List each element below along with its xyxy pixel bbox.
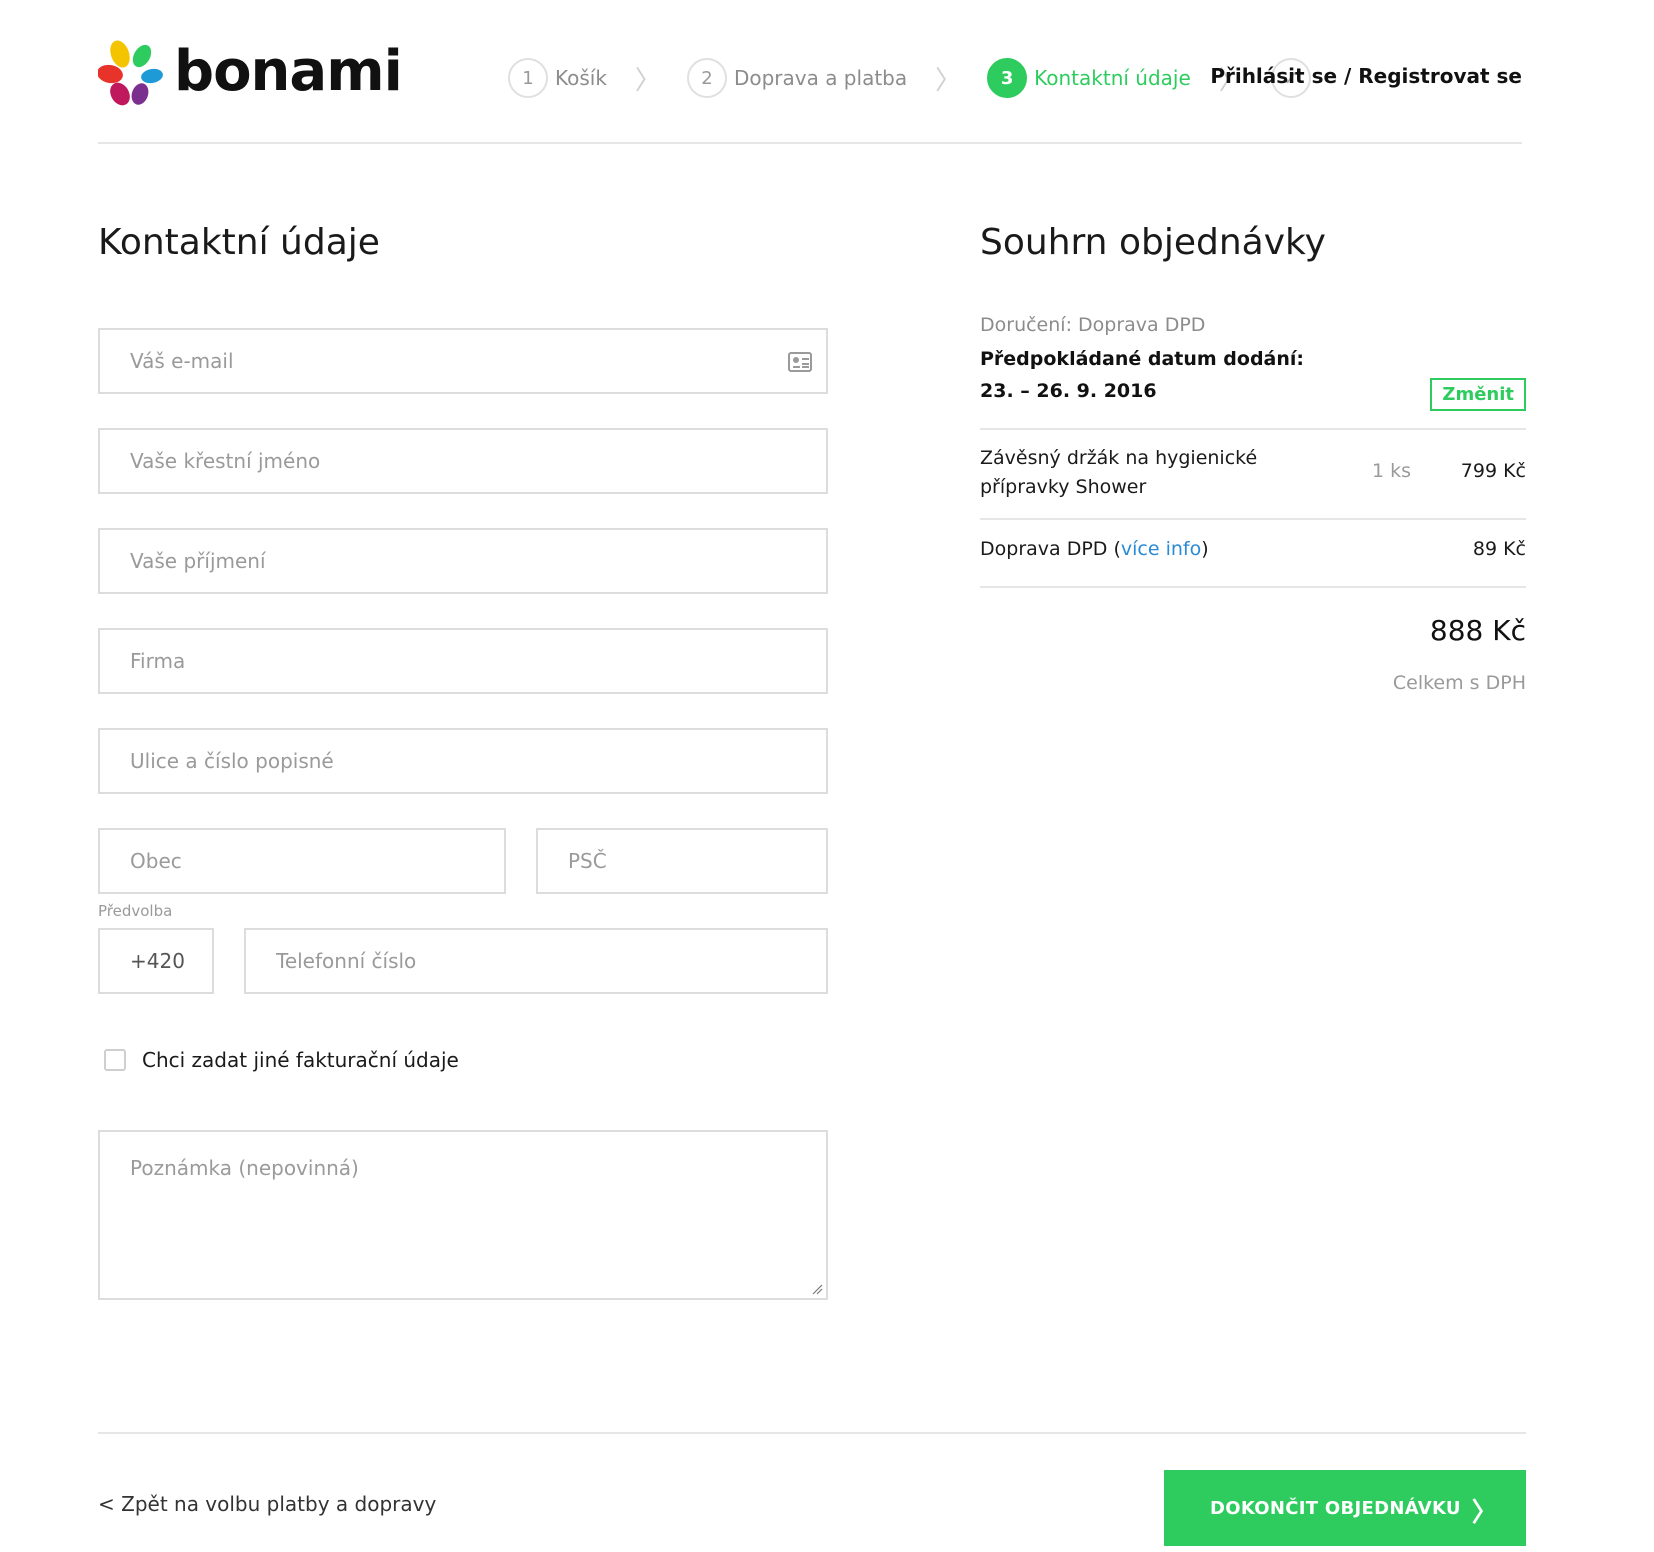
login-register-link[interactable]: Přihlásit se / Registrovat se xyxy=(1210,64,1522,88)
change-button[interactable]: Změnit xyxy=(1430,378,1526,411)
chevron-right-icon: 〉 xyxy=(1471,1498,1498,1528)
step-number: 1 xyxy=(508,58,548,98)
flower-logo-icon xyxy=(98,40,163,106)
email-field[interactable] xyxy=(98,328,828,394)
contact-title: Kontaktní údaje xyxy=(98,222,380,263)
divider xyxy=(980,586,1526,588)
shipping-info-link[interactable]: více info xyxy=(1121,538,1201,560)
total-label: Celkem s DPH xyxy=(1392,672,1526,694)
zip-field[interactable] xyxy=(536,828,828,894)
bonami-logo[interactable]: bonami xyxy=(98,38,403,106)
last-name-input[interactable] xyxy=(130,549,826,573)
shipping-label: Doprava DPD xyxy=(980,538,1108,560)
street-field[interactable] xyxy=(98,728,828,794)
step-contact[interactable]: 3 Kontaktní údaje xyxy=(987,58,1191,98)
note-placeholder: Poznámka (nepovinná) xyxy=(130,1156,359,1180)
prefix-label: Předvolba xyxy=(98,902,173,920)
last-name-field[interactable] xyxy=(98,528,828,594)
note-textarea[interactable]: Poznámka (nepovinná) xyxy=(98,1130,828,1300)
shipping-price: 89 Kč xyxy=(1472,538,1526,560)
shipping-row: Doprava DPD (více info) 89 Kč xyxy=(980,538,1526,560)
email-input[interactable] xyxy=(130,349,826,373)
first-name-input[interactable] xyxy=(130,449,826,473)
step-number: 3 xyxy=(987,58,1028,98)
delivery-method: Doručení: Doprava DPD xyxy=(980,314,1206,336)
city-input[interactable] xyxy=(130,849,504,873)
prefix-value: +420 xyxy=(130,949,185,973)
step-shipping-payment[interactable]: 2 Doprava a platba xyxy=(686,58,908,98)
contact-card-icon[interactable] xyxy=(788,352,812,372)
finish-order-label: DOKONČIT OBJEDNÁVKU xyxy=(1210,1497,1461,1519)
summary-title: Souhrn objednávky xyxy=(980,222,1326,263)
expected-date-label: Předpokládané datum dodání: xyxy=(980,348,1305,370)
footer-divider xyxy=(98,1432,1526,1434)
first-name-field[interactable] xyxy=(98,428,828,494)
back-link[interactable]: < Zpět na volbu platby a dopravy xyxy=(98,1492,436,1516)
city-field[interactable] xyxy=(98,828,506,894)
item-price: 799 Kč xyxy=(1460,460,1526,482)
shipping-paren-close: ) xyxy=(1201,538,1209,560)
expected-date: 23. – 26. 9. 2016 xyxy=(980,380,1157,402)
billing-checkbox[interactable] xyxy=(104,1049,126,1071)
step-cart[interactable]: 1 Košík xyxy=(508,58,607,98)
step-number: 2 xyxy=(686,58,727,98)
item-quantity: 1 ks xyxy=(1372,460,1412,482)
finish-order-button[interactable]: DOKONČIT OBJEDNÁVKU 〉 xyxy=(1164,1470,1526,1546)
company-input[interactable] xyxy=(130,649,826,673)
header: bonami 1 Košík 〉 2 Doprava a platba 〉 3 … xyxy=(98,34,1522,144)
divider xyxy=(980,428,1526,430)
street-input[interactable] xyxy=(130,749,826,773)
item-name: Závěsný držák na hygienické přípravky Sh… xyxy=(980,447,1258,498)
billing-checkbox-label: Chci zadat jiné fakturační údaje xyxy=(142,1048,459,1072)
step-separator-icon: 〉 xyxy=(634,65,661,96)
billing-checkbox-row[interactable]: Chci zadat jiné fakturační údaje xyxy=(104,1048,459,1072)
phone-input[interactable] xyxy=(276,949,826,973)
prefix-field[interactable]: +420 xyxy=(98,928,214,994)
resize-handle-icon[interactable] xyxy=(811,1283,823,1295)
step-label: Doprava a platba xyxy=(733,66,908,90)
zip-input[interactable] xyxy=(568,849,826,873)
order-item-row: Závěsný držák na hygienické přípravky Sh… xyxy=(980,444,1526,504)
step-separator-icon: 〉 xyxy=(935,65,962,96)
divider xyxy=(980,518,1526,520)
step-label: Košík xyxy=(555,66,607,90)
step-label: Kontaktní údaje xyxy=(1034,66,1191,90)
company-field[interactable] xyxy=(98,628,828,694)
brand-name: bonami xyxy=(174,39,403,104)
shipping-paren-open: ( xyxy=(1113,538,1121,560)
total-price: 888 Kč xyxy=(1429,614,1526,647)
checkout-steps: 1 Košík 〉 2 Doprava a platba 〉 3 Kontakt… xyxy=(508,58,1311,98)
phone-field[interactable] xyxy=(244,928,828,994)
